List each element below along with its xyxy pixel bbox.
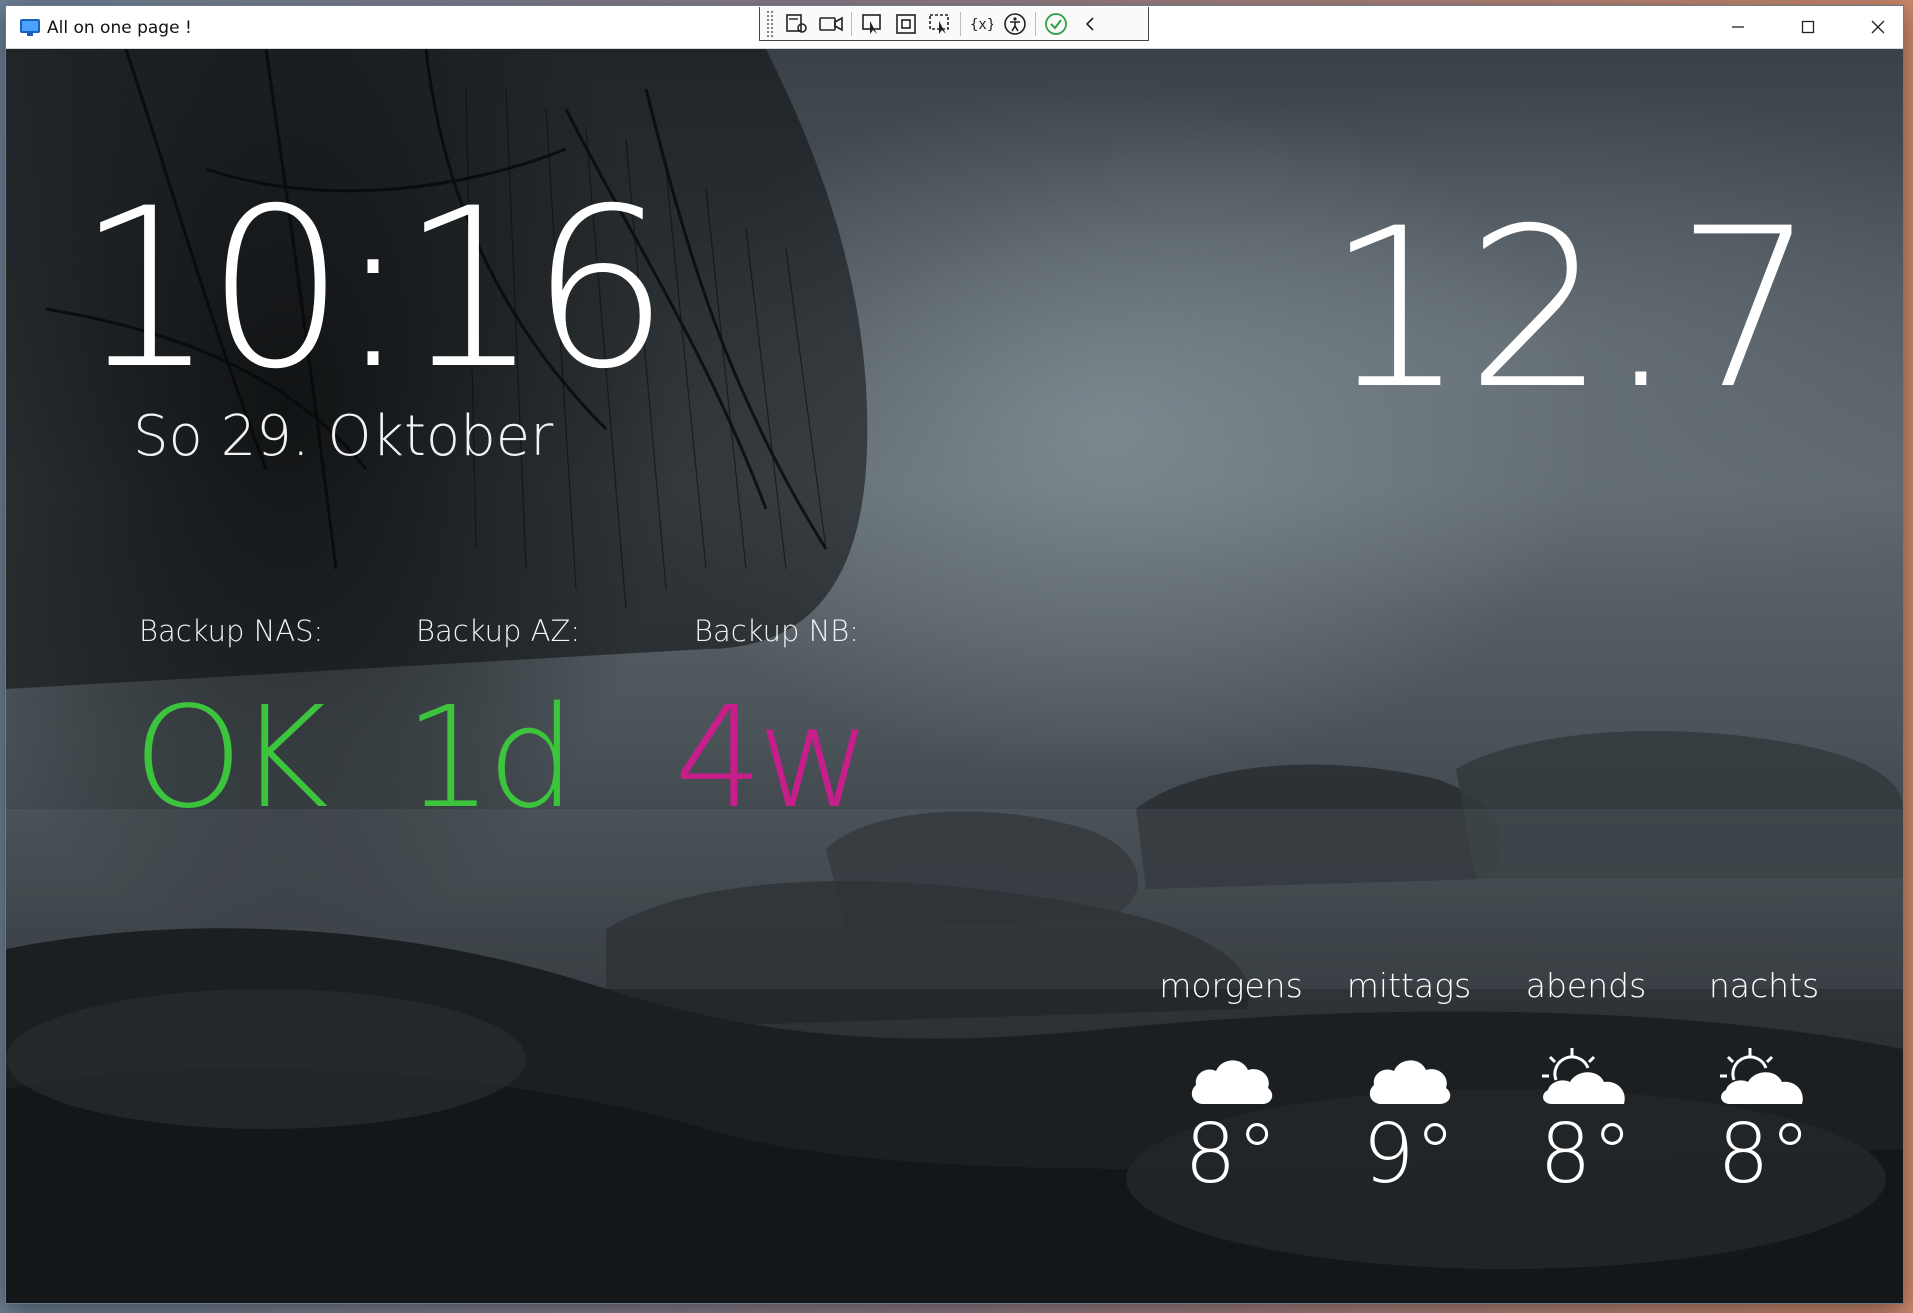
forecast-label: nachts bbox=[1708, 966, 1820, 1005]
forecast-label: morgens bbox=[1159, 966, 1303, 1005]
svg-text:{x}: {x} bbox=[970, 17, 993, 33]
toolbar-separator bbox=[851, 11, 852, 36]
forecast-temp: 8° bbox=[1717, 1107, 1811, 1202]
toolbar-separator bbox=[1035, 11, 1036, 36]
track-focused-element-icon[interactable] bbox=[923, 9, 957, 39]
forecast-temp: 9° bbox=[1362, 1107, 1456, 1202]
app-monitor-icon bbox=[20, 19, 40, 36]
minimize-icon bbox=[1732, 26, 1744, 28]
record-icon[interactable] bbox=[814, 9, 848, 39]
backup-nb-label: Backup NB: bbox=[694, 614, 860, 648]
current-temperature: 12.7 ° bbox=[1326, 181, 1903, 437]
backup-nb-status: 4w bbox=[674, 677, 872, 840]
accessibility-icon[interactable] bbox=[998, 9, 1032, 39]
forecast-midday: mittags 9° bbox=[1324, 964, 1494, 1196]
clock-date: So 29. Oktober bbox=[133, 404, 554, 469]
maximize-icon bbox=[1801, 20, 1815, 34]
xaml-debug-toolbar[interactable]: {x} bbox=[759, 7, 1149, 41]
backup-nas-label: Backup NAS: bbox=[139, 614, 324, 648]
partly-cloudy-icon bbox=[1501, 1026, 1671, 1106]
forecast-label: mittags bbox=[1346, 966, 1472, 1005]
maximize-button[interactable] bbox=[1773, 6, 1843, 48]
backup-nas-status: OK bbox=[133, 677, 329, 840]
live-visual-tree-icon[interactable] bbox=[780, 9, 814, 39]
collapse-chevron-icon[interactable] bbox=[1073, 9, 1107, 39]
binding-failures-icon[interactable]: {x} bbox=[964, 9, 998, 39]
cloud-icon bbox=[1146, 1026, 1316, 1106]
hot-reload-ok-icon[interactable] bbox=[1039, 9, 1073, 39]
clock-time: 10:16 bbox=[76, 161, 670, 417]
close-icon bbox=[1871, 20, 1885, 34]
select-element-icon[interactable] bbox=[855, 9, 889, 39]
dashboard-canvas: 10:16 So 29. Oktober 12.7 ° Backup NAS: … bbox=[6, 49, 1903, 1303]
close-button[interactable] bbox=[1843, 6, 1903, 48]
forecast-temp: 8° bbox=[1184, 1107, 1278, 1202]
forecast-night: nachts 8° bbox=[1679, 964, 1849, 1196]
backup-az-status: 1d bbox=[404, 677, 576, 840]
partly-cloudy-icon bbox=[1679, 1026, 1849, 1106]
forecast-morning: morgens 8° bbox=[1146, 964, 1316, 1196]
forecast-temp: 8° bbox=[1539, 1107, 1633, 1202]
toolbar-separator bbox=[960, 11, 961, 36]
forecast-label: abends bbox=[1525, 966, 1647, 1005]
display-layout-adorners-icon[interactable] bbox=[889, 9, 923, 39]
minimize-button[interactable] bbox=[1703, 6, 1773, 48]
app-window: All on one page ! {x} 10:16 So 29. Oktob… bbox=[6, 6, 1903, 1303]
toolbar-grip-handle[interactable] bbox=[766, 9, 774, 38]
forecast-evening: abends 8° bbox=[1501, 964, 1671, 1196]
window-title: All on one page ! bbox=[47, 18, 192, 38]
backup-az-label: Backup AZ: bbox=[416, 614, 581, 648]
cloud-icon bbox=[1324, 1026, 1494, 1106]
title-bar[interactable]: All on one page ! {x} bbox=[6, 6, 1903, 49]
